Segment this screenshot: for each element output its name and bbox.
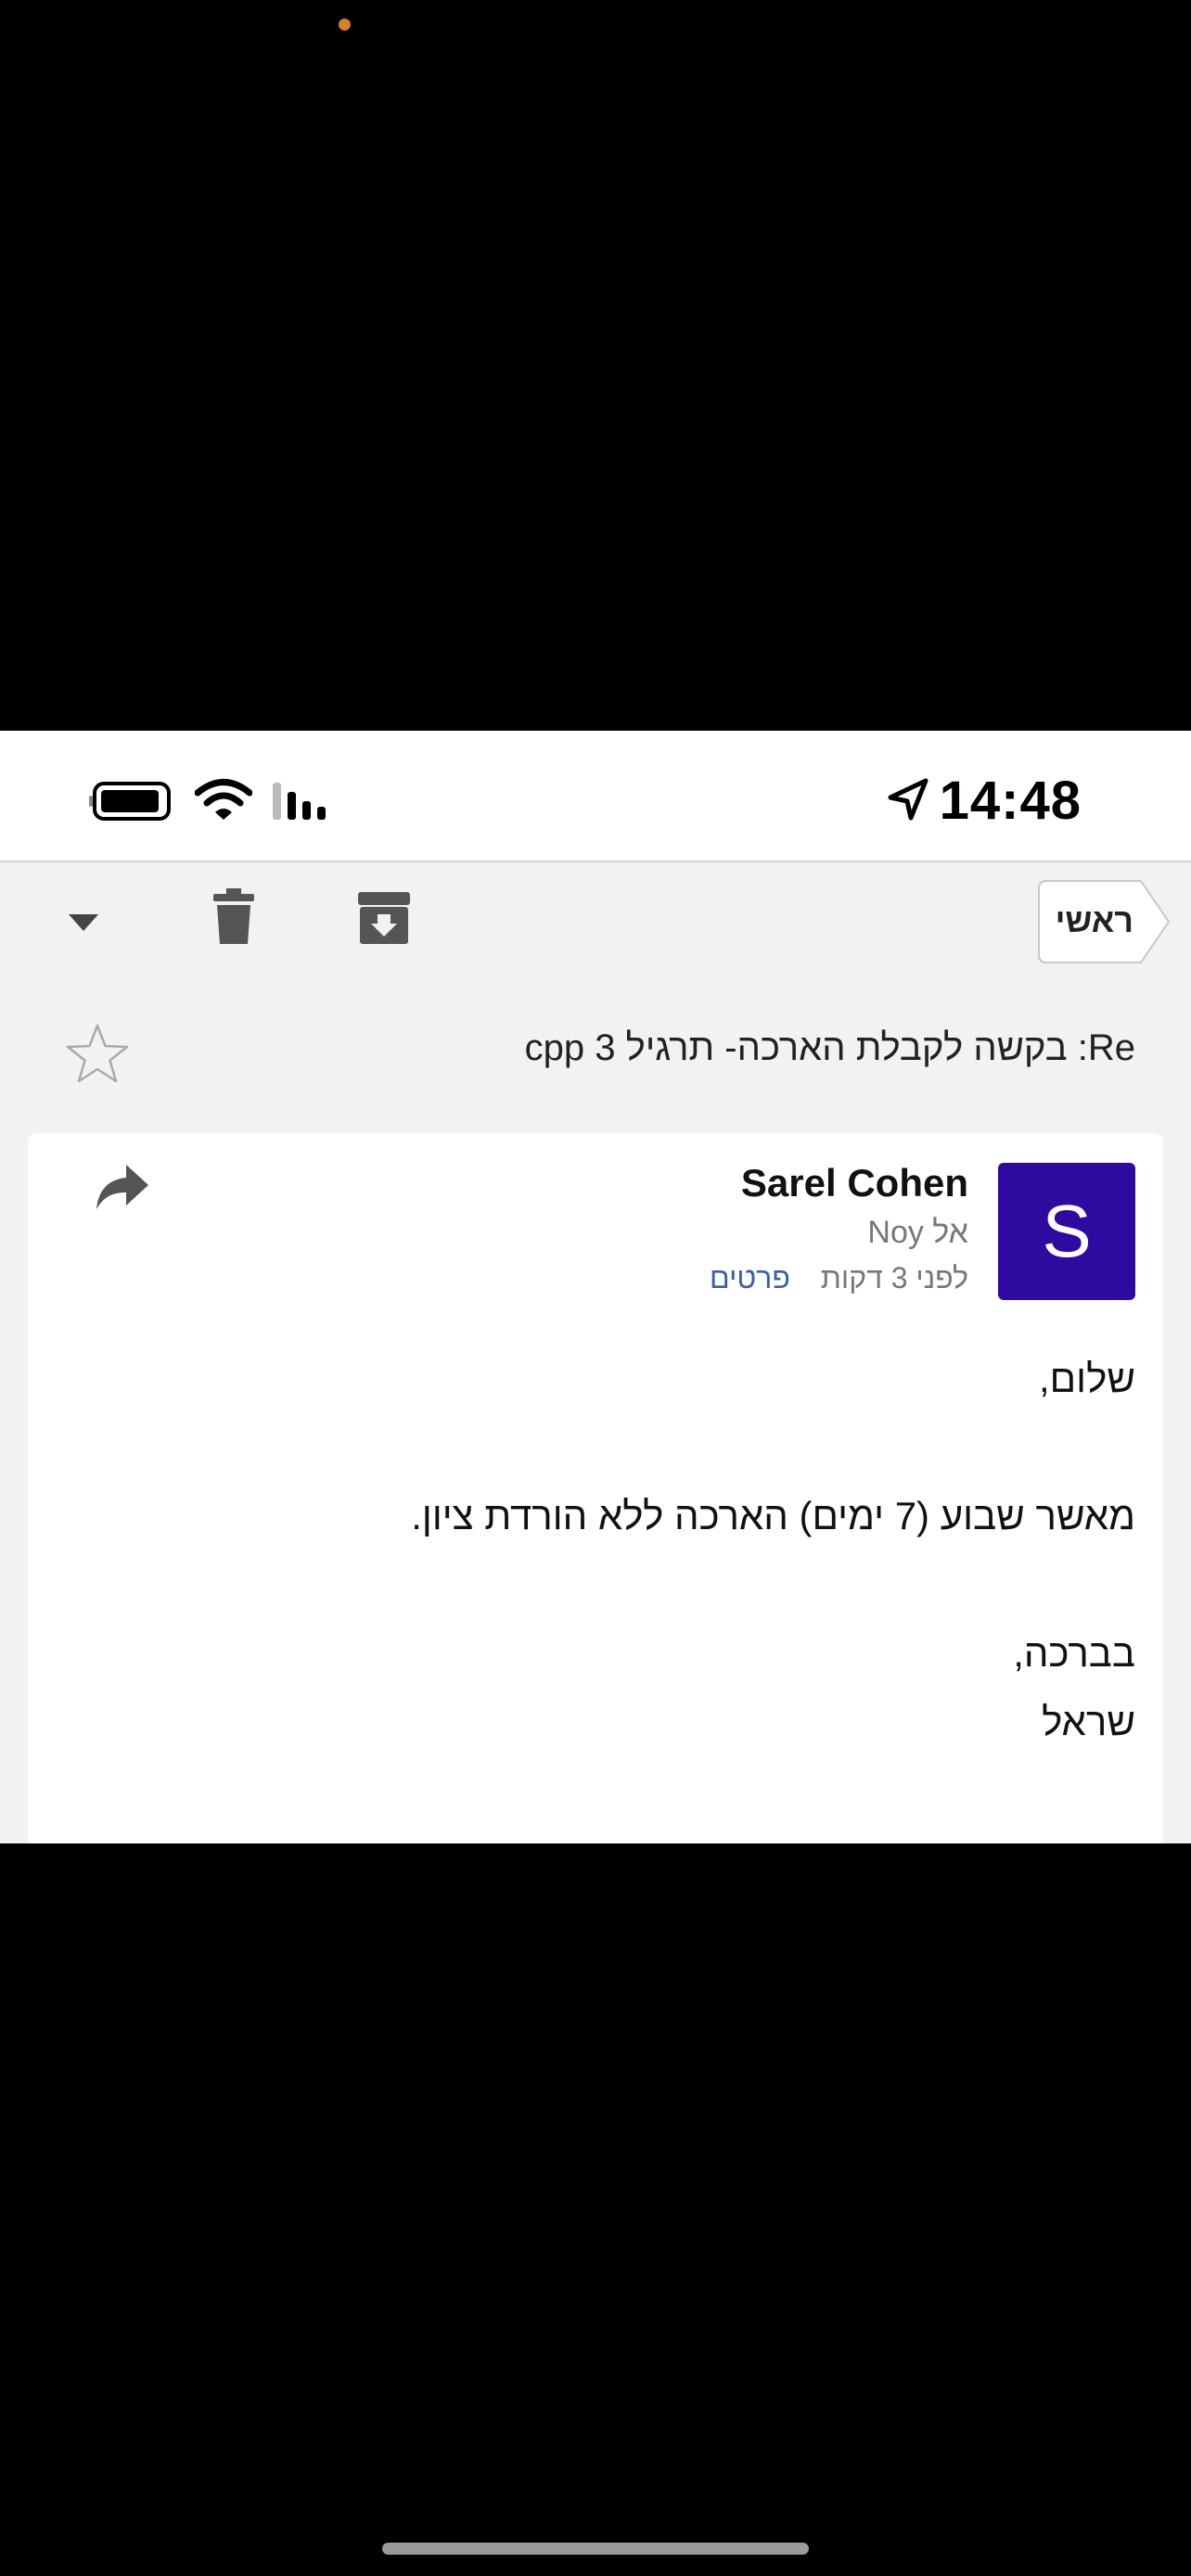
signal-icon	[273, 783, 326, 820]
time-ago: לפני 3 דקות	[820, 1261, 968, 1294]
details-link[interactable]: פרטים	[710, 1261, 790, 1294]
email-card: S Sarel Cohen אל Noy לפני 3 דקות פרטים ש…	[28, 1133, 1163, 1843]
back-button-label[interactable]: ראשי	[1056, 901, 1133, 940]
camera-indicator-dot	[339, 19, 351, 31]
body-closing: בברכה,	[1013, 1631, 1135, 1675]
status-bar: 14:48	[0, 731, 1191, 861]
email-meta: לפני 3 דקות פרטים	[710, 1261, 968, 1295]
app-screen: 14:48 ראשי Re: בקשה לקבלת הארכה- תרגיל 3…	[0, 731, 1191, 1843]
body-signature: שראל	[1042, 1700, 1135, 1743]
battery-icon	[89, 782, 171, 821]
status-time: 14:48	[939, 771, 1082, 831]
archive-icon[interactable]	[356, 890, 412, 946]
chevron-down-icon[interactable]	[65, 911, 102, 935]
home-indicator[interactable]	[382, 2543, 809, 2555]
sender-name: Sarel Cohen	[740, 1161, 968, 1205]
email-body: שלום, מאשר שבוע (7 ימים) הארכה ללא הורדת…	[69, 1345, 1135, 1756]
body-line: מאשר שבוע (7 ימים) הארכה ללא הורדת ציון.	[411, 1494, 1135, 1537]
toolbar: ראשי	[0, 861, 1191, 985]
body-greeting: שלום,	[1039, 1357, 1135, 1400]
location-arrow-icon	[888, 778, 928, 821]
trash-icon[interactable]	[211, 888, 256, 946]
avatar: S	[998, 1163, 1135, 1300]
wifi-icon	[195, 779, 252, 820]
recipient-line: אל Noy	[867, 1215, 968, 1250]
star-icon[interactable]	[65, 1022, 130, 1087]
email-subject: Re: בקשה לקבלת הארכה- תרגיל 3 cpp	[524, 1027, 1135, 1068]
subject-row: Re: בקשה לקבלת הארכה- תרגיל 3 cpp	[0, 983, 1191, 1122]
forward-icon[interactable]	[95, 1159, 150, 1215]
